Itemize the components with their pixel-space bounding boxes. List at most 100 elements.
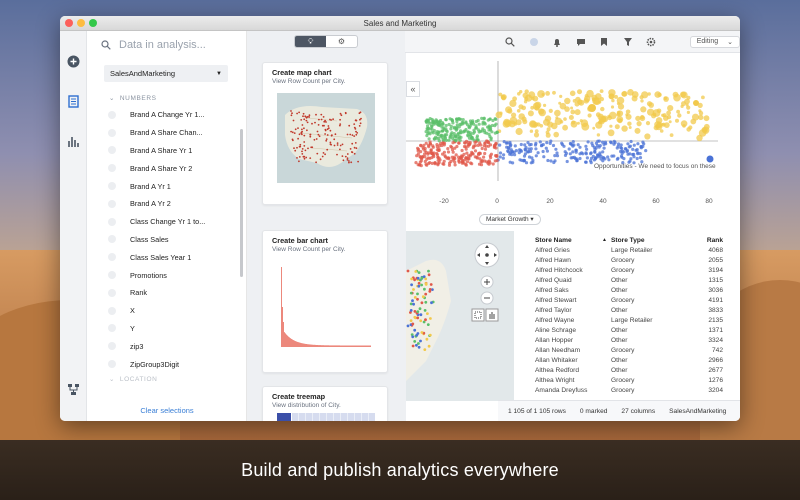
minimize-window-button[interactable] bbox=[77, 19, 85, 27]
field-item[interactable]: Brand A Share Yr 1 bbox=[87, 142, 246, 160]
add-icon[interactable] bbox=[67, 55, 80, 68]
field-list-scrollbar[interactable] bbox=[240, 129, 243, 277]
scatter-point bbox=[578, 152, 582, 156]
comment-icon[interactable] bbox=[576, 37, 586, 47]
section-numbers[interactable]: ⌄ NUMBERS bbox=[109, 94, 246, 102]
column-header-rank[interactable]: Rank bbox=[681, 237, 723, 244]
bar bbox=[332, 345, 333, 347]
scatter-point bbox=[464, 156, 468, 160]
table-row[interactable]: Alfred Quaid Other 1315 bbox=[526, 275, 740, 285]
rectangle-select-icon[interactable] bbox=[471, 308, 485, 322]
field-item[interactable]: Class Change Yr 1 to... bbox=[87, 213, 246, 231]
map-point bbox=[333, 144, 336, 147]
table-row[interactable]: Alfred Hawn Grocery 2055 bbox=[526, 255, 740, 265]
data-search[interactable]: Data in analysis... bbox=[87, 31, 246, 59]
field-item[interactable]: Promotions bbox=[87, 266, 246, 284]
main-toolbar: Editing ⌄ bbox=[405, 31, 740, 53]
table-cell: Allan Needham bbox=[535, 346, 581, 354]
scatter-point bbox=[603, 157, 607, 161]
treemap-cell bbox=[299, 413, 306, 421]
x-axis-selector[interactable]: Market Growth ▾ bbox=[479, 214, 541, 225]
field-item[interactable]: Brand A Yr 2 bbox=[87, 195, 246, 213]
field-marker bbox=[108, 146, 116, 155]
table-cell: Other bbox=[611, 336, 628, 344]
table-row[interactable]: Allan Whitaker Other 2966 bbox=[526, 355, 740, 365]
table-row[interactable]: Althea Wright Grocery 1276 bbox=[526, 375, 740, 385]
table-row[interactable]: Alfred Wayne Large Retailer 2135 bbox=[526, 315, 740, 325]
recommendation-card-treemap[interactable]: Create treemap View distribution of City… bbox=[262, 386, 388, 421]
table-row[interactable]: Alfred Hitchcock Grocery 3194 bbox=[526, 265, 740, 275]
table-row[interactable]: Althea Redford Other 2677 bbox=[526, 365, 740, 375]
filter-icon[interactable] bbox=[623, 37, 633, 47]
scatter-point bbox=[706, 155, 714, 163]
data-canvas-icon[interactable] bbox=[67, 383, 80, 396]
section-location[interactable]: ⌄ LOCATION bbox=[109, 375, 246, 383]
clear-selections-link[interactable]: Clear selections bbox=[87, 406, 247, 415]
scatter-point bbox=[554, 109, 561, 117]
map-pan-control[interactable] bbox=[474, 242, 500, 268]
zoom-out-button[interactable] bbox=[480, 291, 494, 305]
field-item[interactable]: Y bbox=[87, 320, 246, 338]
column-header-store-type[interactable]: Store Type bbox=[611, 237, 681, 244]
collaboration-icon[interactable] bbox=[529, 37, 539, 47]
table-row[interactable]: Aline Schrage Other 1371 bbox=[526, 325, 740, 335]
tagline: Build and publish analytics everywhere bbox=[241, 459, 559, 480]
data-table-select[interactable]: SalesAndMarketing ▼ bbox=[104, 65, 228, 82]
close-window-button[interactable] bbox=[65, 19, 73, 27]
bell-icon[interactable] bbox=[552, 37, 562, 47]
data-table[interactable]: Store Name ▲ Store Type Rank Alfred Grie… bbox=[526, 231, 740, 401]
scatter-point bbox=[466, 133, 470, 137]
table-row[interactable]: Allan Hopper Other 3324 bbox=[526, 335, 740, 345]
visualizations-icon[interactable] bbox=[67, 135, 80, 148]
data-panel-icon[interactable] bbox=[67, 95, 80, 108]
scatter-plot[interactable]: Opportunities - We need to focus on thes… bbox=[406, 53, 740, 231]
search-icon[interactable] bbox=[505, 36, 515, 47]
table-row[interactable]: Alfred Taylor Other 3833 bbox=[526, 305, 740, 315]
field-item[interactable]: Class Sales bbox=[87, 231, 246, 249]
field-item[interactable]: Brand A Share Chan... bbox=[87, 124, 246, 142]
field-item[interactable]: zip3 bbox=[87, 337, 246, 355]
field-item[interactable]: Brand A Change Yr 1... bbox=[87, 106, 246, 124]
field-item[interactable]: Brand A Share Yr 2 bbox=[87, 159, 246, 177]
map-view[interactable] bbox=[406, 231, 514, 401]
hand-pan-icon[interactable] bbox=[485, 308, 499, 322]
gear-icon[interactable] bbox=[646, 37, 656, 47]
field-item[interactable]: ZipGroup3Digit bbox=[87, 355, 246, 373]
table-row[interactable]: Alfred Gries Large Retailer 4068 bbox=[526, 245, 740, 255]
field-item[interactable]: Class Sales Year 1 bbox=[87, 248, 246, 266]
map-point bbox=[359, 118, 361, 121]
scatter-point bbox=[621, 125, 628, 132]
field-item[interactable]: Rank bbox=[87, 284, 246, 302]
map-point bbox=[320, 118, 323, 121]
scatter-point bbox=[552, 160, 556, 165]
scatter-point bbox=[524, 145, 528, 150]
map-point bbox=[420, 331, 424, 334]
scatter-point bbox=[428, 132, 432, 136]
table-row[interactable]: Alfred Saks Other 3036 bbox=[526, 285, 740, 295]
bookmark-icon[interactable] bbox=[599, 37, 609, 47]
field-item[interactable]: Brand A Yr 1 bbox=[87, 177, 246, 195]
map-point bbox=[356, 132, 359, 134]
table-row[interactable]: Amanda Dreyfuss Grocery 3204 bbox=[526, 385, 740, 395]
table-cell: Other bbox=[611, 276, 628, 284]
mode-select[interactable]: Editing ⌄ bbox=[689, 35, 740, 48]
table-row[interactable]: Alfred Stewart Grocery 4191 bbox=[526, 295, 740, 305]
gear-icon[interactable]: ⚙ bbox=[326, 36, 357, 47]
scatter-point bbox=[615, 146, 619, 150]
table-cell: Large Retailer bbox=[611, 316, 653, 324]
scatter-point bbox=[701, 95, 705, 100]
scatter-point bbox=[428, 156, 432, 160]
recommendation-card-bar[interactable]: Create bar chart View Row Count per City… bbox=[262, 230, 388, 373]
map-point bbox=[315, 113, 317, 116]
lightbulb-icon[interactable]: 💡︎ bbox=[295, 36, 326, 47]
recommendation-card-map[interactable]: Create map chart View Row Count per City… bbox=[262, 62, 388, 205]
table-row[interactable]: Allan Needham Grocery 742 bbox=[526, 345, 740, 355]
card-subtitle: View Row Count per City. bbox=[272, 78, 346, 85]
zoom-window-button[interactable] bbox=[89, 19, 97, 27]
bar bbox=[324, 345, 325, 347]
column-header-store-name[interactable]: Store Name bbox=[526, 237, 611, 244]
zoom-in-button[interactable] bbox=[480, 275, 494, 289]
scatter-point bbox=[443, 133, 447, 137]
bar bbox=[286, 334, 287, 347]
field-item[interactable]: X bbox=[87, 302, 246, 320]
